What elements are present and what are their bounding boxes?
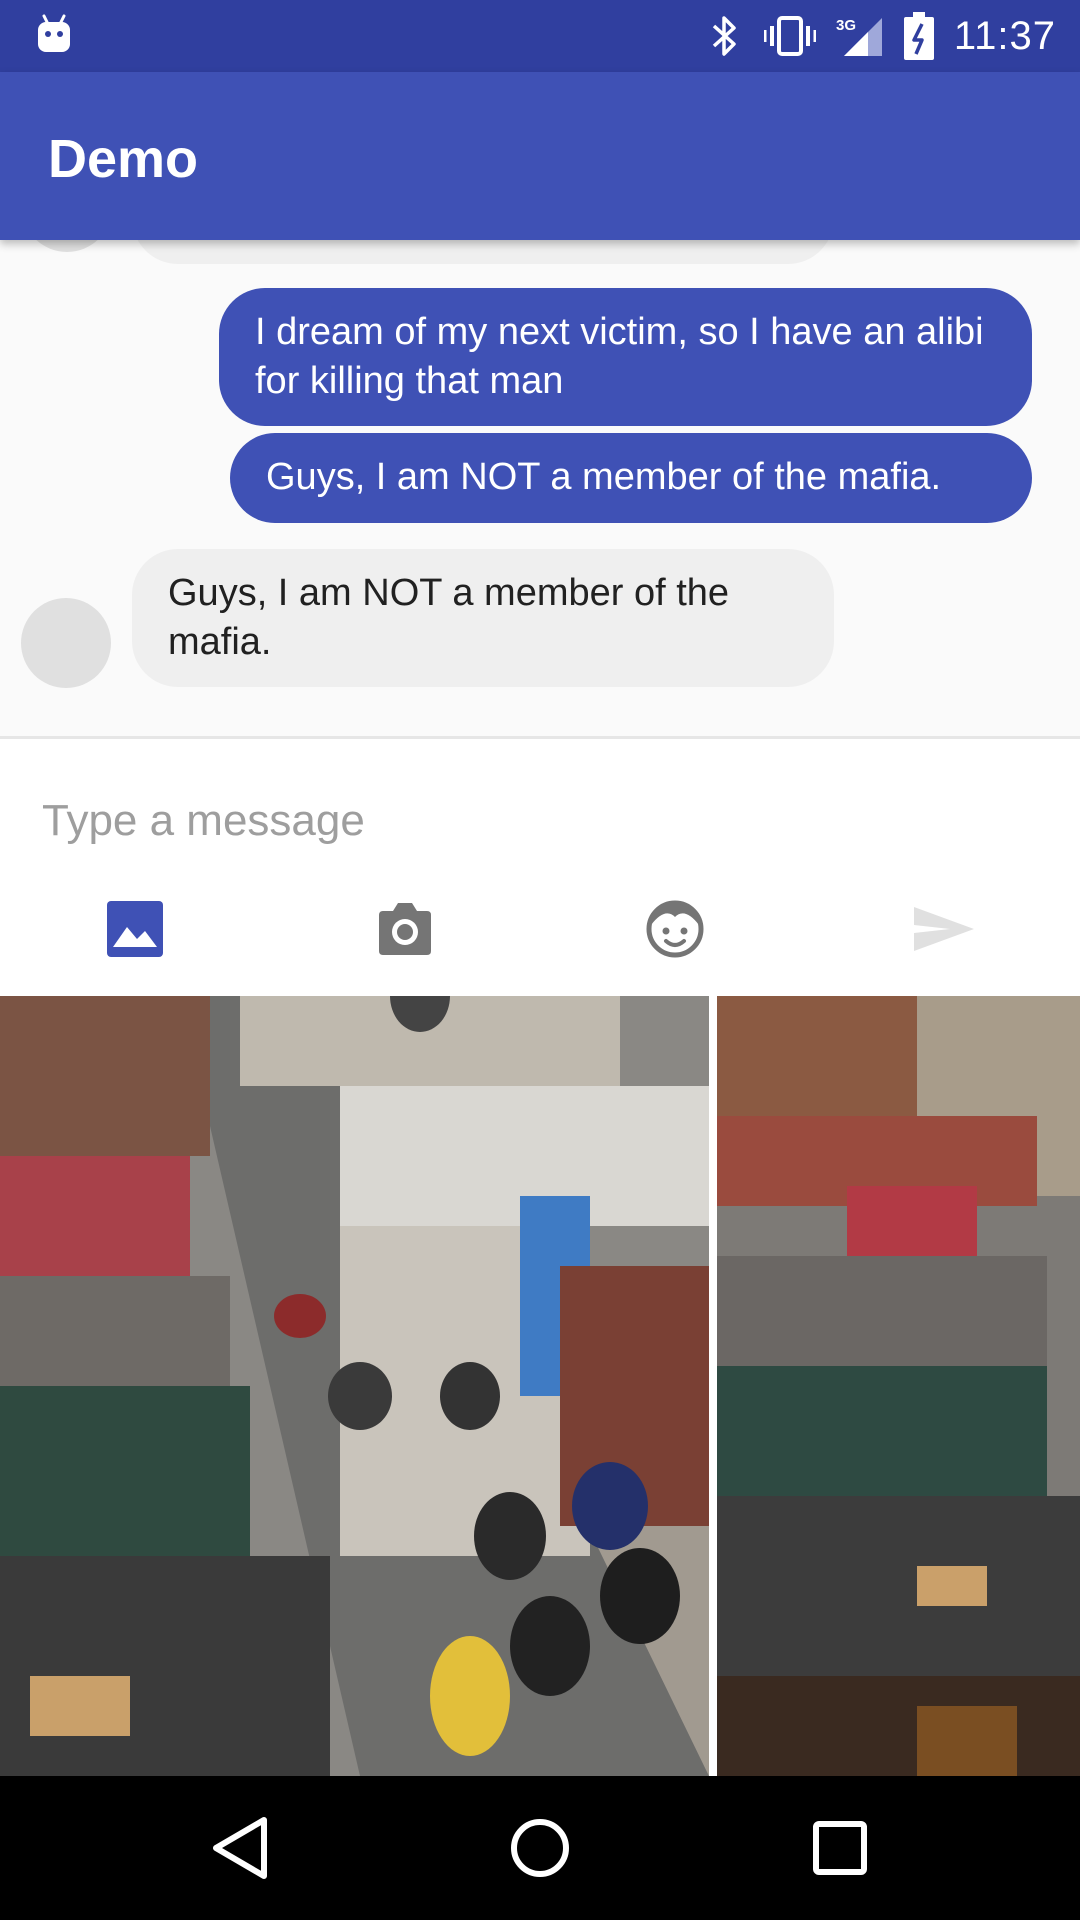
message-list[interactable]: I dream of my next victim, so I have an … — [0, 240, 1080, 736]
android-icon — [38, 14, 70, 52]
avatar — [22, 240, 112, 252]
composer — [0, 739, 1080, 996]
message-bubble-incoming-partial — [132, 240, 834, 264]
home-button[interactable] — [504, 1812, 576, 1884]
app-bar: Demo — [0, 72, 1080, 240]
recents-button[interactable] — [804, 1812, 876, 1884]
status-time: 11:37 — [953, 13, 1056, 58]
message-bubble-outgoing[interactable]: I dream of my next victim, so I have an … — [219, 288, 1032, 426]
gallery-button[interactable] — [105, 899, 165, 959]
street-photo — [0, 996, 709, 1776]
back-button[interactable] — [204, 1812, 276, 1884]
avatar[interactable] — [21, 598, 111, 688]
message-text: Guys, I am NOT a member of the mafia. — [266, 456, 942, 498]
message-text: Guys, I am NOT a member of the mafia. — [168, 572, 730, 663]
app-title: Demo — [48, 129, 199, 189]
message-bubble-outgoing[interactable]: Guys, I am NOT a member of the mafia. — [230, 433, 1032, 523]
camera-button[interactable] — [375, 899, 435, 959]
vibrate-icon — [763, 16, 816, 56]
gallery-icon — [107, 901, 163, 957]
status-bar: 3G 11:37 — [0, 0, 1080, 72]
recents-icon — [813, 1821, 867, 1875]
message-text: I dream of my next victim, so I have an … — [255, 311, 984, 402]
image-gallery[interactable] — [0, 996, 1080, 1776]
gallery-photo-street[interactable] — [0, 996, 709, 1776]
message-input[interactable] — [42, 789, 1022, 853]
rooftop-photo — [717, 996, 1080, 1776]
camera-icon — [379, 903, 431, 955]
signal-icon: 3G — [836, 17, 882, 56]
gallery-photo-rooftop[interactable] — [717, 996, 1080, 1776]
screen: 3G 11:37 Demo I dream of my next victim,… — [0, 0, 1080, 1920]
back-icon — [213, 1817, 267, 1879]
battery-icon — [903, 12, 934, 60]
navigation-bar — [0, 1776, 1080, 1920]
send-button[interactable] — [914, 899, 974, 959]
emoji-icon — [646, 900, 704, 958]
bluetooth-icon — [712, 16, 736, 56]
send-icon — [914, 907, 974, 951]
home-icon — [511, 1819, 569, 1877]
network-label: 3G — [836, 17, 856, 34]
emoji-button[interactable] — [645, 899, 705, 959]
message-bubble-incoming[interactable]: Guys, I am NOT a member of the mafia. — [132, 549, 834, 687]
